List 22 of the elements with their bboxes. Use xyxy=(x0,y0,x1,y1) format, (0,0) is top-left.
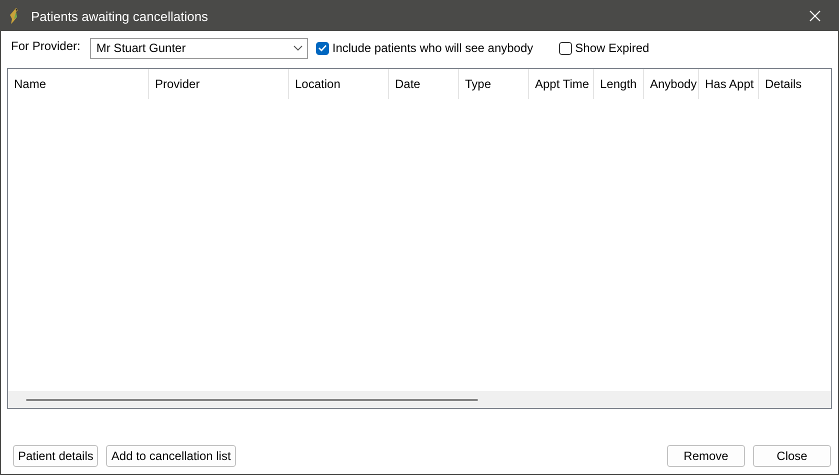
action-button[interactable]: Close xyxy=(753,445,831,467)
column-header[interactable]: Has Appt xyxy=(699,69,759,99)
provider-label: For Provider: xyxy=(11,39,80,53)
column-header[interactable]: Length xyxy=(594,69,644,99)
column-header[interactable]: Details xyxy=(759,69,831,99)
option-checkbox[interactable]: Include patients who will see anybody xyxy=(316,41,534,55)
column-header[interactable]: Appt Time xyxy=(529,69,594,99)
column-header[interactable]: Provider xyxy=(149,69,289,99)
action-button[interactable]: Add to cancellation list xyxy=(106,445,236,467)
column-header[interactable]: Location xyxy=(289,69,389,99)
option-checkbox[interactable]: Show Expired xyxy=(559,41,650,55)
column-header[interactable]: Name xyxy=(8,69,149,99)
action-button[interactable]: Remove xyxy=(667,445,745,467)
chevron-icon xyxy=(293,45,304,51)
column-header[interactable]: Type xyxy=(459,69,529,99)
horizontal-scrollbar[interactable] xyxy=(8,391,831,408)
column-header[interactable]: Anybody xyxy=(644,69,699,99)
provider-dropdown[interactable]: Mr Stuart Gunter xyxy=(90,38,308,58)
column-header[interactable]: Date xyxy=(389,69,459,99)
check-icon xyxy=(318,44,328,52)
action-button[interactable]: Patient details xyxy=(13,445,98,467)
window-title: Patients awaiting cancellations xyxy=(31,8,210,24)
